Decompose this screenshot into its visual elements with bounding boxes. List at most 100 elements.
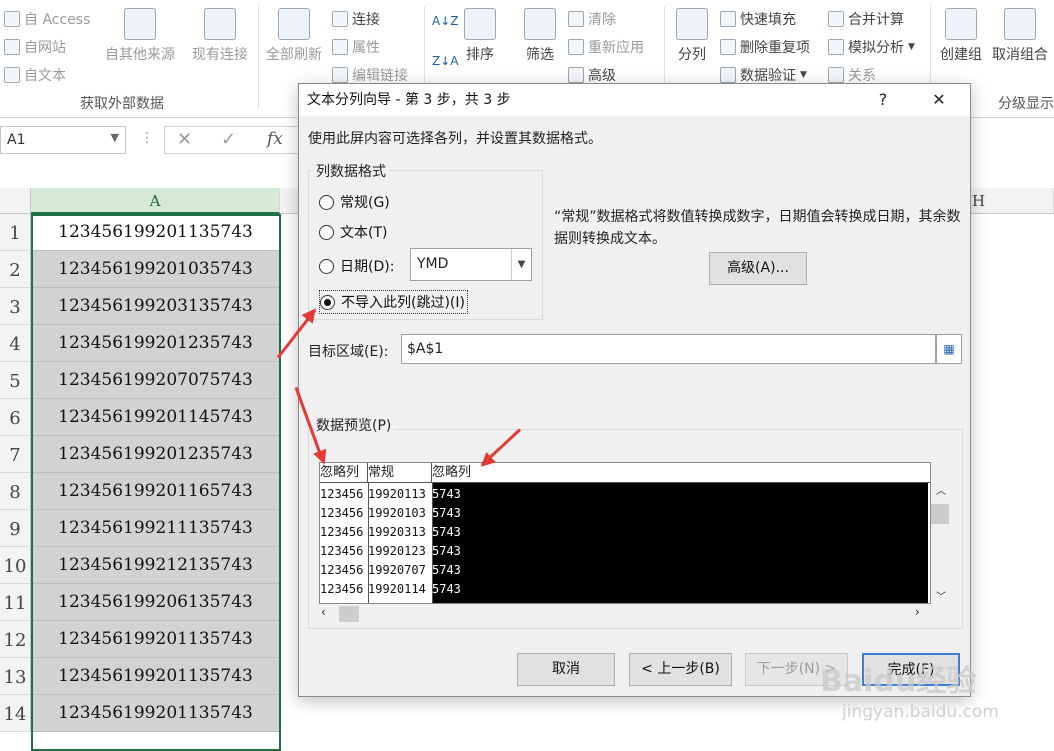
flash-fill-icon xyxy=(720,11,736,27)
cell[interactable]: 123456199201135743 xyxy=(31,214,280,251)
cell[interactable]: 123456199201135743 xyxy=(31,621,280,658)
edit-links-button[interactable]: 编辑链接 xyxy=(332,65,408,85)
preview-header-row: 忽略列 常规 忽略列 xyxy=(320,463,930,483)
reapply-button[interactable]: 重新应用 xyxy=(568,37,644,57)
from-access-button[interactable]: 自 Access xyxy=(4,9,90,29)
row-header[interactable]: 1 xyxy=(0,214,31,251)
help-icon[interactable]: ? xyxy=(863,84,903,116)
cell[interactable]: 123456199207075743 xyxy=(31,362,280,399)
scroll-up-icon[interactable]: ︿ xyxy=(936,482,946,497)
row-header[interactable]: 8 xyxy=(0,473,31,510)
refresh-all-button[interactable]: 全部刷新 xyxy=(262,8,326,64)
preview-header-col2[interactable]: 常规 xyxy=(368,463,432,483)
cell[interactable]: 123456199201235743 xyxy=(31,436,280,473)
cell[interactable]: 123456199212135743 xyxy=(31,547,280,584)
fx-icon[interactable]: fx xyxy=(267,129,283,149)
enter-icon[interactable]: ✓ xyxy=(221,129,236,150)
scroll-left-icon[interactable]: ‹ xyxy=(321,605,326,619)
existing-connections-button[interactable]: 现有连接 xyxy=(188,8,252,64)
remove-duplicates-label: 删除重复项 xyxy=(740,40,810,56)
cell[interactable]: 123456199201035743 xyxy=(31,251,280,288)
row-header[interactable]: 12 xyxy=(0,621,31,658)
scroll-down-icon[interactable]: ﹀ xyxy=(936,588,946,603)
row-header[interactable]: 4 xyxy=(0,325,31,362)
advanced-button[interactable]: 高级(A)... xyxy=(709,252,807,285)
close-icon[interactable]: ✕ xyxy=(919,84,959,116)
relationships-button[interactable]: 关系 xyxy=(828,65,876,85)
destination-input[interactable]: $A$1 xyxy=(401,334,936,364)
column-header-h[interactable]: H xyxy=(970,188,1054,214)
radio-general[interactable]: 常规(G) xyxy=(319,192,390,212)
connections-button[interactable]: 连接 xyxy=(332,9,380,29)
from-access-label: 自 Access xyxy=(24,12,91,28)
preview-header-col1[interactable]: 忽略列 xyxy=(320,463,368,483)
remove-duplicates-button[interactable]: 删除重复项 xyxy=(720,37,810,57)
column-header-a[interactable]: A xyxy=(31,188,280,214)
reapply-icon xyxy=(568,39,584,55)
from-text-button[interactable]: 自文本 xyxy=(4,65,66,85)
date-format-select[interactable]: YMD ▼ xyxy=(410,248,532,281)
chevron-down-icon[interactable]: ▼ xyxy=(111,131,119,144)
properties-button[interactable]: 属性 xyxy=(332,37,380,57)
sort-ascending-icon[interactable]: A↓Z xyxy=(432,14,458,28)
row-header[interactable]: 7 xyxy=(0,436,31,473)
sort-descending-icon[interactable]: Z↓A xyxy=(432,54,458,68)
cell[interactable]: 123456199201235743 xyxy=(31,325,280,362)
group-button[interactable]: 创建组 xyxy=(936,8,986,64)
consolidate-button[interactable]: 合并计算 xyxy=(828,9,904,29)
row-header[interactable]: 14 xyxy=(0,695,31,732)
what-if-button[interactable]: 模拟分析 ▼ xyxy=(828,37,915,57)
row-header[interactable]: 11 xyxy=(0,584,31,621)
data-validation-button[interactable]: 数据验证 ▼ xyxy=(720,65,807,85)
preview-rows: 123456 19920113 5743 123456 19920103 5743 1234… xyxy=(320,485,930,603)
row-header[interactable]: 13 xyxy=(0,658,31,695)
preview-cell: 123456 xyxy=(320,525,364,539)
back-button[interactable]: < 上一步(B) xyxy=(629,653,732,686)
ungroup-button[interactable]: 取消组合 xyxy=(988,8,1052,64)
preview-cell: 5743 xyxy=(432,544,461,558)
preview-header-col3[interactable]: 忽略列 xyxy=(432,463,512,483)
preview-area[interactable]: 忽略列 常规 忽略列 123456 19920113 5743 123456 19920… xyxy=(319,462,931,604)
row-header[interactable]: 3 xyxy=(0,288,31,325)
scroll-thumb[interactable] xyxy=(931,504,949,524)
cell[interactable]: 123456199201135743 xyxy=(31,658,280,695)
cell[interactable]: 123456199201135743 xyxy=(31,695,280,732)
preview-horizontal-scrollbar[interactable]: ‹ › xyxy=(319,604,931,624)
chevron-down-icon[interactable]: ▼ xyxy=(511,249,531,280)
sort-button[interactable]: 排序 xyxy=(460,8,500,64)
properties-label: 属性 xyxy=(352,40,380,56)
watermark-url: jingyan.baidu.com xyxy=(842,702,999,722)
from-web-button[interactable]: 自网站 xyxy=(4,37,66,57)
flash-fill-button[interactable]: 快速填充 xyxy=(720,9,796,29)
row-header[interactable]: 9 xyxy=(0,510,31,547)
row-header[interactable]: 5 xyxy=(0,362,31,399)
ungroup-icon xyxy=(1004,8,1036,40)
cell[interactable]: 123456199201145743 xyxy=(31,399,280,436)
radio-skip[interactable]: 不导入此列(跳过)(I) xyxy=(319,290,468,314)
other-sources-button[interactable]: 自其他来源 xyxy=(102,8,178,64)
range-picker-icon[interactable]: ▦ xyxy=(936,334,962,364)
name-box[interactable]: A1 ▼ xyxy=(0,126,126,154)
scroll-right-icon[interactable]: › xyxy=(915,605,920,619)
clear-button[interactable]: 清除 xyxy=(568,9,616,29)
scroll-thumb[interactable] xyxy=(339,606,359,622)
cell[interactable]: 123456199206135743 xyxy=(31,584,280,621)
row-header[interactable]: 2 xyxy=(0,251,31,288)
dialog-title: 文本分列向导 - 第 3 步，共 3 步 xyxy=(307,92,511,108)
preview-vertical-scrollbar[interactable]: ︿ ﹀ xyxy=(931,482,951,604)
cell[interactable]: 123456199203135743 xyxy=(31,288,280,325)
row-header[interactable]: 6 xyxy=(0,399,31,436)
cancel-icon[interactable]: ✕ xyxy=(177,129,192,150)
cancel-button[interactable]: 取消 xyxy=(517,653,615,686)
row-header[interactable]: 10 xyxy=(0,547,31,584)
radio-text[interactable]: 文本(T) xyxy=(319,222,387,242)
cell[interactable]: 123456199201165743 xyxy=(31,473,280,510)
filter-button[interactable]: 筛选 xyxy=(520,8,560,64)
text-to-columns-button[interactable]: 分列 xyxy=(672,8,712,64)
cell[interactable]: 123456199211135743 xyxy=(31,510,280,547)
radio-date[interactable]: 日期(D): xyxy=(319,256,394,276)
radio-circle xyxy=(319,224,334,240)
more-options-icon[interactable]: ⋮ xyxy=(140,130,154,146)
advanced-filter-button[interactable]: 高级 xyxy=(568,65,616,85)
select-all-corner[interactable] xyxy=(0,188,31,214)
